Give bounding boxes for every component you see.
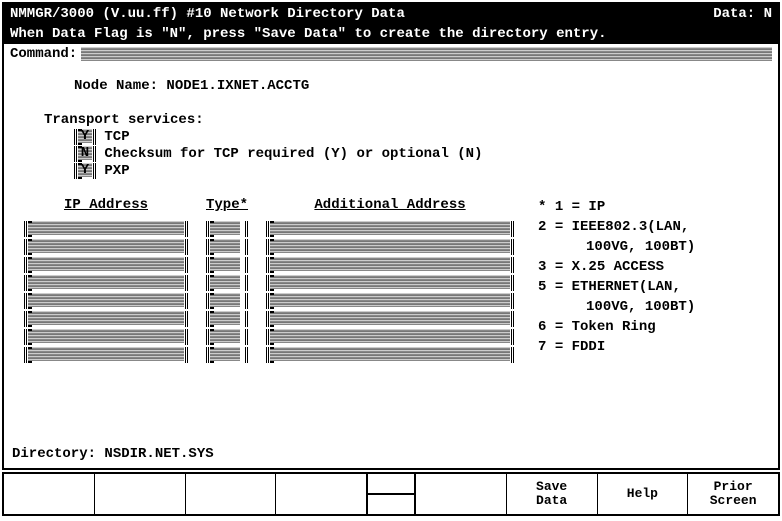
transport-row-tcp: Y TCP (74, 129, 768, 145)
transport-flag-checksum[interactable]: N (74, 146, 96, 162)
type-field[interactable] (206, 347, 248, 363)
title-bar: NMMGR/3000 (V.uu.ff) #10 Network Directo… (4, 4, 778, 24)
legend-line: 100VG, 100BT) (538, 237, 695, 257)
legend-line: * 1 = IP (538, 197, 695, 217)
legend-line: 5 = ETHERNET(LAN, (538, 277, 695, 297)
legend-line: 3 = X.25 ACCESS (538, 257, 695, 277)
command-label: Command: (10, 46, 77, 62)
type-field[interactable] (206, 257, 248, 273)
ip-field[interactable] (24, 257, 188, 273)
addl-field[interactable] (266, 293, 514, 309)
hint-line: When Data Flag is "N", press "Save Data"… (4, 24, 778, 44)
transport-label-pxp: PXP (104, 163, 129, 179)
type-field[interactable] (206, 239, 248, 255)
col-type-header: Type* (206, 197, 248, 215)
col-addl-header: Additional Address (266, 197, 514, 215)
type-field[interactable] (206, 221, 248, 237)
softkey-f5[interactable] (416, 474, 507, 514)
command-line: Command: (4, 44, 778, 64)
softkey-prior-screen[interactable]: PriorScreen (688, 474, 778, 514)
address-table: IP Address Type* (24, 197, 768, 363)
type-field[interactable] (206, 329, 248, 345)
legend-line: 100VG, 100BT) (538, 297, 695, 317)
legend-line: 6 = Token Ring (538, 317, 695, 337)
node-name-value: NODE1.IXNET.ACCTG (166, 78, 309, 94)
ip-field[interactable] (24, 239, 188, 255)
ip-field[interactable] (24, 311, 188, 327)
command-input[interactable] (81, 47, 772, 61)
ip-field[interactable] (24, 329, 188, 345)
title-text: NMMGR/3000 (V.uu.ff) #10 Network Directo… (10, 6, 405, 22)
addl-field[interactable] (266, 239, 514, 255)
col-ip: IP Address (24, 197, 188, 363)
data-flag: Data: N (713, 6, 772, 22)
ip-field[interactable] (24, 275, 188, 291)
transport-row-checksum: N Checksum for TCP required (Y) or optio… (74, 146, 768, 162)
transport-label: Transport services: (44, 112, 768, 128)
softkey-divider (368, 474, 416, 514)
ip-field[interactable] (24, 347, 188, 363)
col-ip-header: IP Address (24, 197, 188, 215)
softkey-f4[interactable] (276, 474, 366, 514)
type-field[interactable] (206, 293, 248, 309)
transport-label-checksum: Checksum for TCP required (Y) or optiona… (104, 146, 482, 162)
transport-row-pxp: Y PXP (74, 163, 768, 179)
ip-field[interactable] (24, 293, 188, 309)
softkey-f1[interactable] (4, 474, 95, 514)
softkey-f3[interactable] (186, 474, 277, 514)
addl-field[interactable] (266, 347, 514, 363)
transport-label-tcp: TCP (104, 129, 129, 145)
type-field[interactable] (206, 275, 248, 291)
transport-flag-tcp[interactable]: Y (74, 129, 96, 145)
node-name-row: Node Name: NODE1.IXNET.ACCTG (74, 78, 768, 94)
col-addl: Additional Address (266, 197, 514, 363)
main-screen: NMMGR/3000 (V.uu.ff) #10 Network Directo… (2, 2, 780, 470)
node-name-label: Node Name: (74, 78, 158, 94)
directory-value: NSDIR.NET.SYS (104, 446, 213, 462)
addl-field[interactable] (266, 329, 514, 345)
transport-section: Transport services: Y TCP N Checksum for… (44, 112, 768, 179)
directory-row: Directory: NSDIR.NET.SYS (12, 446, 214, 462)
addl-field[interactable] (266, 221, 514, 237)
addl-field[interactable] (266, 275, 514, 291)
softkey-f2[interactable] (95, 474, 186, 514)
legend-line: 7 = FDDI (538, 337, 695, 357)
legend-line: 2 = IEEE802.3(LAN, (538, 217, 695, 237)
addl-field[interactable] (266, 257, 514, 273)
softkey-save-data[interactable]: SaveData (507, 474, 598, 514)
type-legend: * 1 = IP 2 = IEEE802.3(LAN, 100VG, 100BT… (538, 197, 695, 363)
addl-field[interactable] (266, 311, 514, 327)
ip-field[interactable] (24, 221, 188, 237)
type-field[interactable] (206, 311, 248, 327)
softkey-help[interactable]: Help (598, 474, 689, 514)
col-type: Type* (206, 197, 248, 363)
softkey-bar: SaveData Help PriorScreen (2, 472, 780, 516)
transport-flag-pxp[interactable]: Y (74, 163, 96, 179)
directory-label: Directory: (12, 446, 96, 462)
